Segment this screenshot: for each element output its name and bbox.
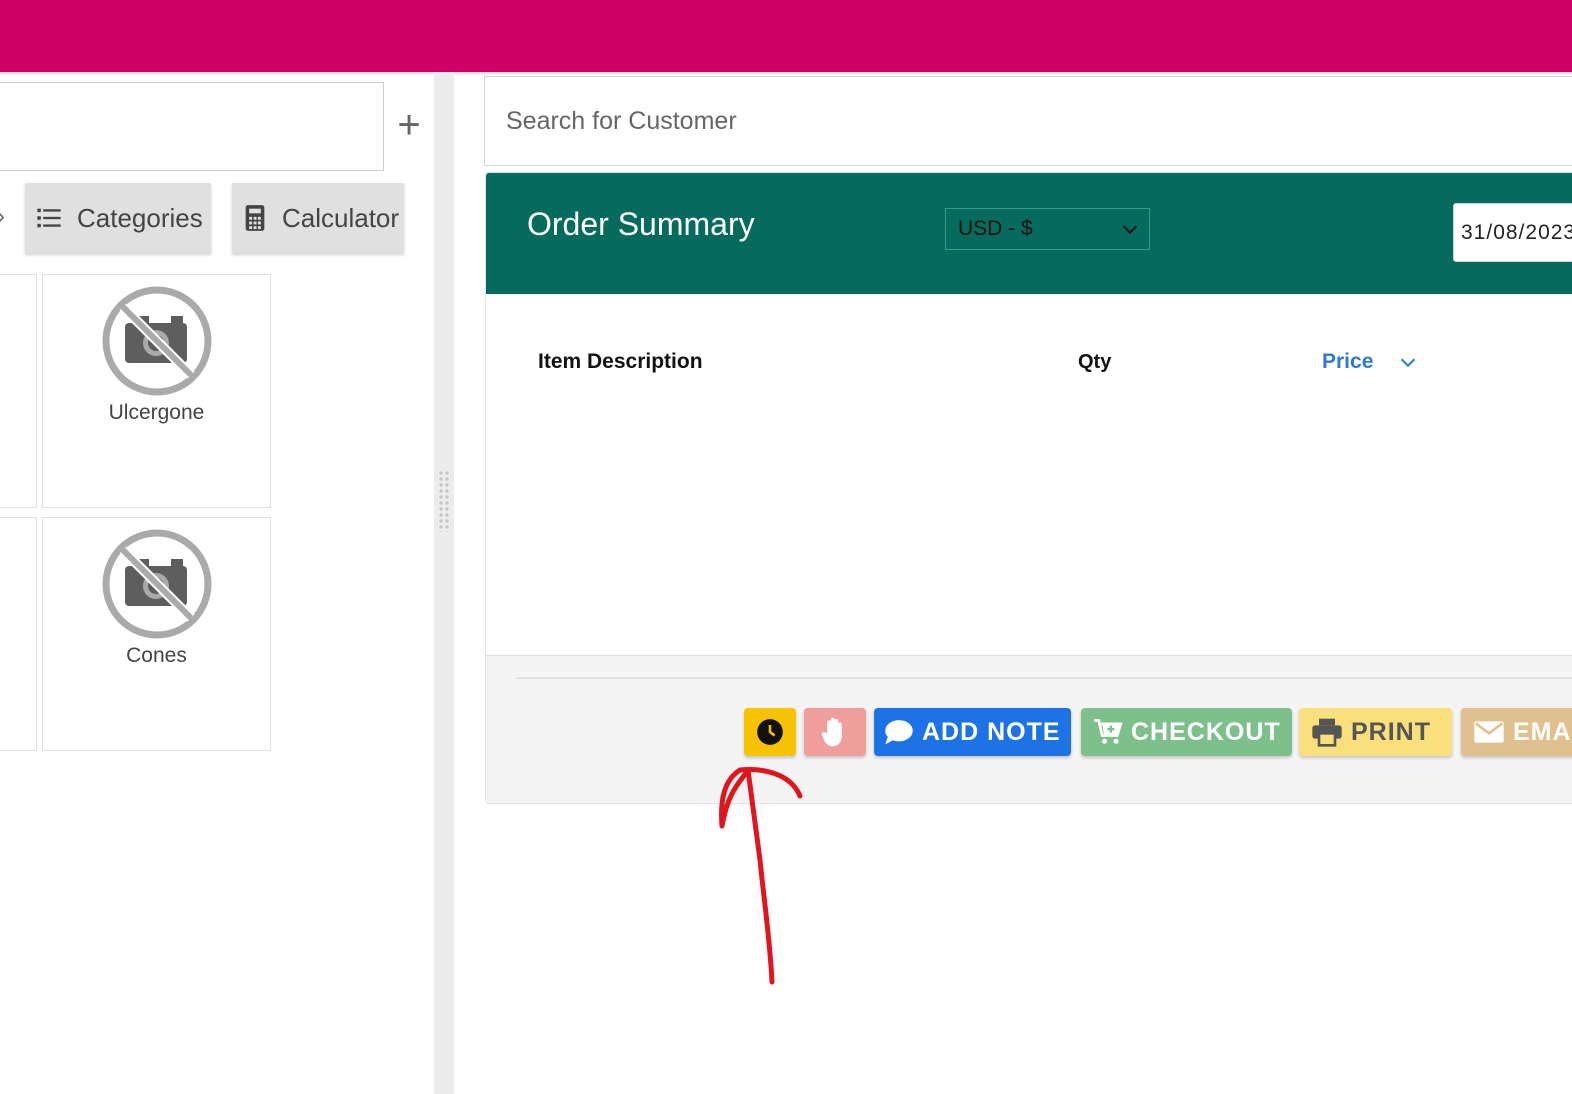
- column-header-price[interactable]: Price: [1322, 350, 1419, 374]
- order-date-value: 31/08/2023: [1461, 220, 1572, 244]
- clock-icon: [757, 719, 783, 745]
- column-header-description: Item Description: [538, 350, 703, 373]
- customer-search-field[interactable]: [484, 76, 1572, 166]
- chevron-right-icon[interactable]: ›: [0, 206, 5, 229]
- resize-handle[interactable]: [438, 470, 450, 532]
- print-label: PRINT: [1351, 717, 1431, 746]
- pending-orders-button[interactable]: [744, 708, 796, 756]
- email-label: EMAIL: [1513, 717, 1572, 746]
- checkout-label: CHECKOUT: [1131, 717, 1281, 746]
- product-tile-ulcergone[interactable]: Ulcergone: [42, 274, 271, 508]
- hold-order-button[interactable]: [804, 708, 866, 756]
- calculator-button[interactable]: Calculator: [232, 183, 404, 253]
- product-tile-cones[interactable]: Cones: [42, 517, 271, 751]
- no-image-icon: [102, 529, 212, 639]
- printer-icon: [1312, 718, 1342, 747]
- add-product-button[interactable]: +: [392, 105, 426, 145]
- categories-label: Categories: [77, 202, 203, 233]
- order-summary-title: Order Summary: [527, 206, 755, 242]
- chevron-down-icon: [1122, 225, 1138, 235]
- chevron-down-icon: [1401, 358, 1416, 368]
- order-summary-card: Order Summary USD - $ 31/08/2023 Item De…: [485, 172, 1572, 804]
- checkout-button[interactable]: CHECKOUT: [1081, 708, 1292, 756]
- list-icon: [37, 208, 61, 228]
- calculator-label: Calculator: [282, 202, 400, 233]
- order-summary-header: Order Summary USD - $ 31/08/2023: [486, 173, 1572, 294]
- add-note-button[interactable]: ADD NOTE: [874, 708, 1071, 756]
- envelope-icon: [1474, 721, 1504, 743]
- order-date-input[interactable]: 31/08/2023: [1453, 203, 1572, 262]
- cart-plus-icon: [1094, 719, 1123, 744]
- print-button[interactable]: PRINT: [1299, 708, 1452, 756]
- email-button[interactable]: EMAIL: [1461, 708, 1572, 756]
- currency-value: USD - $: [958, 217, 1033, 240]
- product-search-input[interactable]: [0, 82, 384, 171]
- top-app-bar: [0, 0, 1572, 72]
- calculator-icon: [245, 205, 265, 231]
- comment-icon: [885, 720, 913, 745]
- column-header-qty: Qty: [1078, 351, 1112, 373]
- divider: [516, 677, 1572, 679]
- price-label: Price: [1322, 350, 1374, 373]
- panel-divider[interactable]: [434, 72, 454, 1094]
- product-name: Cones: [126, 644, 187, 667]
- product-tile-partial[interactable]: [0, 274, 37, 508]
- customer-search-input[interactable]: [485, 77, 1572, 165]
- product-name: Ulcergone: [108, 401, 205, 424]
- hand-icon: [821, 717, 842, 747]
- no-image-icon: [102, 286, 212, 396]
- add-note-label: ADD NOTE: [922, 717, 1061, 746]
- product-tile-partial[interactable]: [0, 517, 37, 751]
- categories-button[interactable]: Categories: [25, 183, 211, 253]
- currency-select[interactable]: USD - $: [945, 208, 1150, 250]
